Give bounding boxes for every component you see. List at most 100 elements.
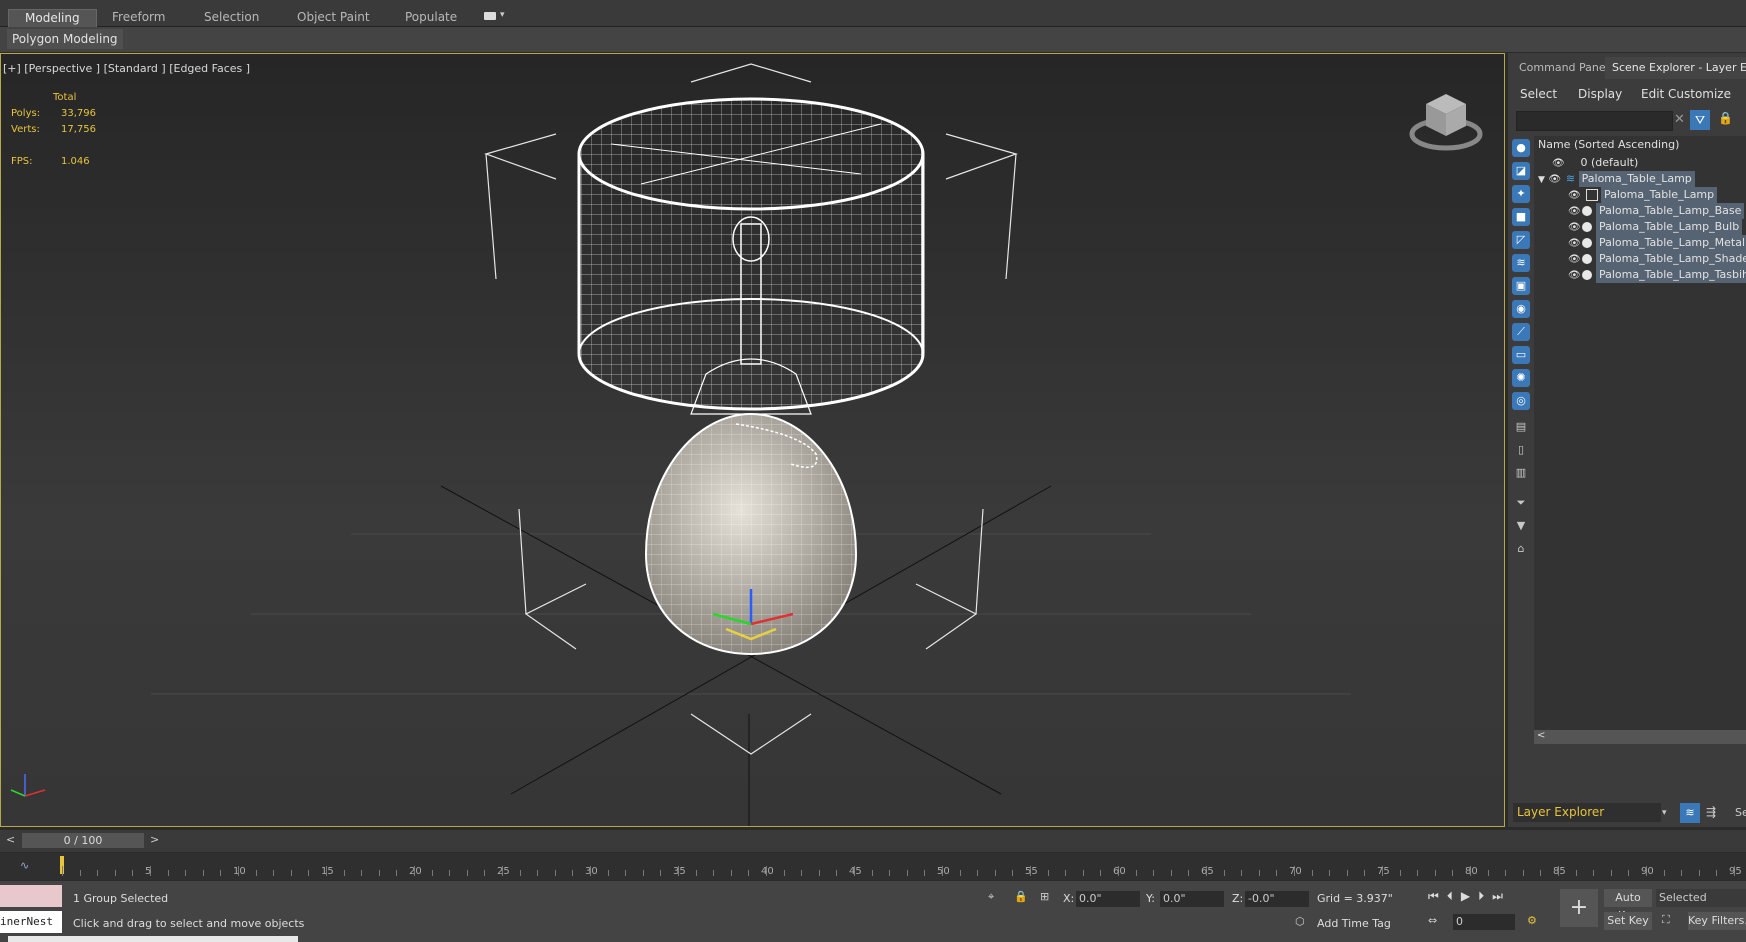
eye-icon[interactable]: 👁 xyxy=(1568,220,1582,236)
chevron-down-icon[interactable]: ▾ xyxy=(500,10,505,20)
tree-row-bulb[interactable]: 👁 Paloma_Table_Lamp_Bulb xyxy=(1568,219,1743,236)
add-time-tag-button[interactable]: Add Time Tag xyxy=(1317,917,1391,930)
menu-display[interactable]: Display xyxy=(1578,87,1622,101)
eye-icon[interactable]: 👁 xyxy=(1552,156,1566,172)
isolate-selection-icon[interactable]: ⌖ xyxy=(988,890,994,904)
display-groups-icon[interactable]: ▣ xyxy=(1512,277,1530,295)
y-coordinate-field[interactable]: 0.0" xyxy=(1160,891,1224,907)
key-mode-icon[interactable]: ⇔ xyxy=(1428,914,1437,927)
display-xrefs-icon[interactable]: ◉ xyxy=(1512,300,1530,318)
tab-scene-explorer[interactable]: Scene Explorer - Layer Exp xyxy=(1605,57,1746,79)
current-frame-field[interactable]: 0 xyxy=(1453,914,1515,930)
lock-selection-icon[interactable]: 🔒 xyxy=(1014,890,1028,903)
time-slider[interactable]: 0 / 100 xyxy=(22,833,144,848)
page-icon[interactable]: ▯ xyxy=(1512,441,1530,459)
list-icon[interactable]: ▤ xyxy=(1512,418,1530,436)
track-bar[interactable]: ∿ 5 10 15 20 25 30 35 40 45 50 55 60 65 70 75 80 85 90 95 xyxy=(0,853,1746,880)
timeline-tick xyxy=(1276,870,1278,876)
expand-arrow-icon[interactable]: ▼ xyxy=(1538,175,1545,185)
tab-freeform[interactable]: Freeform xyxy=(96,9,181,26)
next-frame-button[interactable]: > xyxy=(150,833,159,846)
object-icon xyxy=(1582,254,1592,264)
display-shapes-icon[interactable]: ◪ xyxy=(1512,162,1530,180)
selection-set-dropdown[interactable]: Selected xyxy=(1656,889,1746,907)
scroll-left-icon[interactable]: < xyxy=(1537,730,1545,741)
display-geometry-icon[interactable]: ● xyxy=(1512,139,1530,157)
script-input[interactable]: inerNest xyxy=(0,911,62,933)
display-lights-icon[interactable]: ✦ xyxy=(1512,185,1530,203)
display-frozen-icon[interactable]: ◎ xyxy=(1512,392,1530,410)
tab-command-panel[interactable]: Command Panel xyxy=(1512,57,1616,79)
filter-icon[interactable]: ⛛ xyxy=(1690,110,1710,130)
display-helpers-icon[interactable]: ◸ xyxy=(1512,231,1530,249)
go-to-end-icon[interactable]: ⏭ xyxy=(1492,889,1511,903)
previous-frame-icon[interactable]: ⏴ xyxy=(1447,889,1461,903)
funnel-filter-icon[interactable]: ⏷ xyxy=(1512,494,1530,512)
tree-row-tasbih[interactable]: 👁 Paloma_Table_Lamp_Tasbih xyxy=(1568,267,1746,283)
tree-column-header[interactable]: Name (Sorted Ascending) xyxy=(1538,138,1679,151)
eye-icon[interactable]: 👁 xyxy=(1568,204,1582,220)
tree-row-base[interactable]: 👁 Paloma_Table_Lamp_Base xyxy=(1568,203,1745,220)
set-key-big-button[interactable]: + xyxy=(1560,889,1598,927)
chevron-down-icon[interactable]: ▾ xyxy=(1662,808,1667,818)
lamp-wireframe-model[interactable] xyxy=(1,54,1504,826)
go-to-start-icon[interactable]: ⏮ xyxy=(1428,889,1447,903)
eye-icon[interactable]: 👁 xyxy=(1568,268,1582,284)
timeline-tick xyxy=(396,870,398,876)
timeline-tick-label: 35 xyxy=(673,866,686,877)
search-input[interactable] xyxy=(1516,111,1673,131)
display-cameras-icon[interactable]: ■ xyxy=(1512,208,1530,226)
set-key-button[interactable]: Set Key xyxy=(1604,912,1652,930)
timeline-tick xyxy=(1065,870,1067,876)
funnel-icon[interactable]: ▼ xyxy=(1512,517,1530,535)
next-frame-icon[interactable]: ⏵ xyxy=(1478,889,1492,903)
menu-select[interactable]: Select xyxy=(1520,87,1557,101)
key-filter-icon[interactable]: ⛶ xyxy=(1662,913,1670,927)
absolute-mode-icon[interactable]: ⊞ xyxy=(1040,890,1049,903)
viewport-perspective[interactable]: [+] [Perspective ] [Standard ] [Edged Fa… xyxy=(0,53,1505,827)
display-spacewarps-icon[interactable]: ≋ xyxy=(1512,254,1530,272)
document-icon[interactable]: ▥ xyxy=(1512,464,1530,482)
auto-key-button[interactable]: Auto Key xyxy=(1604,889,1652,922)
tree-row-shade[interactable]: 👁 Paloma_Table_Lamp_Shade xyxy=(1568,251,1746,267)
display-bones-icon[interactable]: ⟋ xyxy=(1512,323,1530,341)
eye-icon[interactable]: 👁 xyxy=(1568,188,1582,204)
tab-object-paint[interactable]: Object Paint xyxy=(281,9,386,26)
bookmark-icon[interactable]: ⌂ xyxy=(1512,540,1530,558)
timeline-tick xyxy=(1311,870,1313,876)
explorer-selector[interactable]: Layer Explorer xyxy=(1513,803,1661,822)
time-config-icon[interactable]: ⚙ xyxy=(1527,914,1537,927)
menu-edit[interactable]: Edit xyxy=(1641,87,1664,101)
timeline-tick xyxy=(1170,870,1172,876)
menu-customize[interactable]: Customize xyxy=(1668,87,1731,101)
sort-by-hierarchy-icon[interactable]: ⇶ xyxy=(1706,805,1716,819)
tab-selection[interactable]: Selection xyxy=(188,9,275,26)
tab-populate[interactable]: Populate xyxy=(389,9,473,26)
eye-icon[interactable]: 👁 xyxy=(1568,252,1582,268)
prev-frame-button[interactable]: < xyxy=(6,833,15,846)
tree-row-group[interactable]: 👁 Paloma_Table_Lamp xyxy=(1568,187,1718,204)
lock-icon[interactable]: 🔒 xyxy=(1718,111,1733,125)
eye-icon[interactable]: 👁 xyxy=(1568,236,1582,252)
tree-row-default-layer[interactable]: 👁 0 (default) xyxy=(1552,155,1641,171)
z-coordinate-field[interactable]: -0.0" xyxy=(1245,891,1309,907)
timeline-tick xyxy=(114,870,116,876)
timeline-tick xyxy=(1258,870,1260,876)
eye-icon[interactable]: 👁 xyxy=(1548,172,1562,188)
sort-by-layer-icon[interactable]: ≋ xyxy=(1680,803,1700,823)
maxscript-listener[interactable] xyxy=(0,885,62,907)
panel-polygon-modeling[interactable]: Polygon Modeling xyxy=(7,29,123,49)
tab-modeling[interactable]: Modeling xyxy=(8,9,97,27)
x-coordinate-field[interactable]: 0.0" xyxy=(1076,891,1140,907)
tree-row-layer-lamp[interactable]: ▼ 👁 ≋ Paloma_Table_Lamp xyxy=(1538,171,1695,187)
curve-editor-icon[interactable]: ∿ xyxy=(20,859,29,872)
display-containers-icon[interactable]: ▭ xyxy=(1512,346,1530,364)
tree-row-metal[interactable]: 👁 Paloma_Table_Lamp_Metal xyxy=(1568,235,1746,251)
timeline-tick-label: 90 xyxy=(1641,866,1654,877)
horizontal-scrollbar[interactable]: < xyxy=(1534,730,1746,744)
display-particles-icon[interactable]: ✺ xyxy=(1512,369,1530,387)
key-filters-button[interactable]: Key Filters... xyxy=(1688,912,1746,930)
clear-search-icon[interactable]: ✕ xyxy=(1674,112,1685,127)
play-icon[interactable]: ▶ xyxy=(1461,889,1478,903)
ribbon-options-icon[interactable] xyxy=(484,12,496,20)
